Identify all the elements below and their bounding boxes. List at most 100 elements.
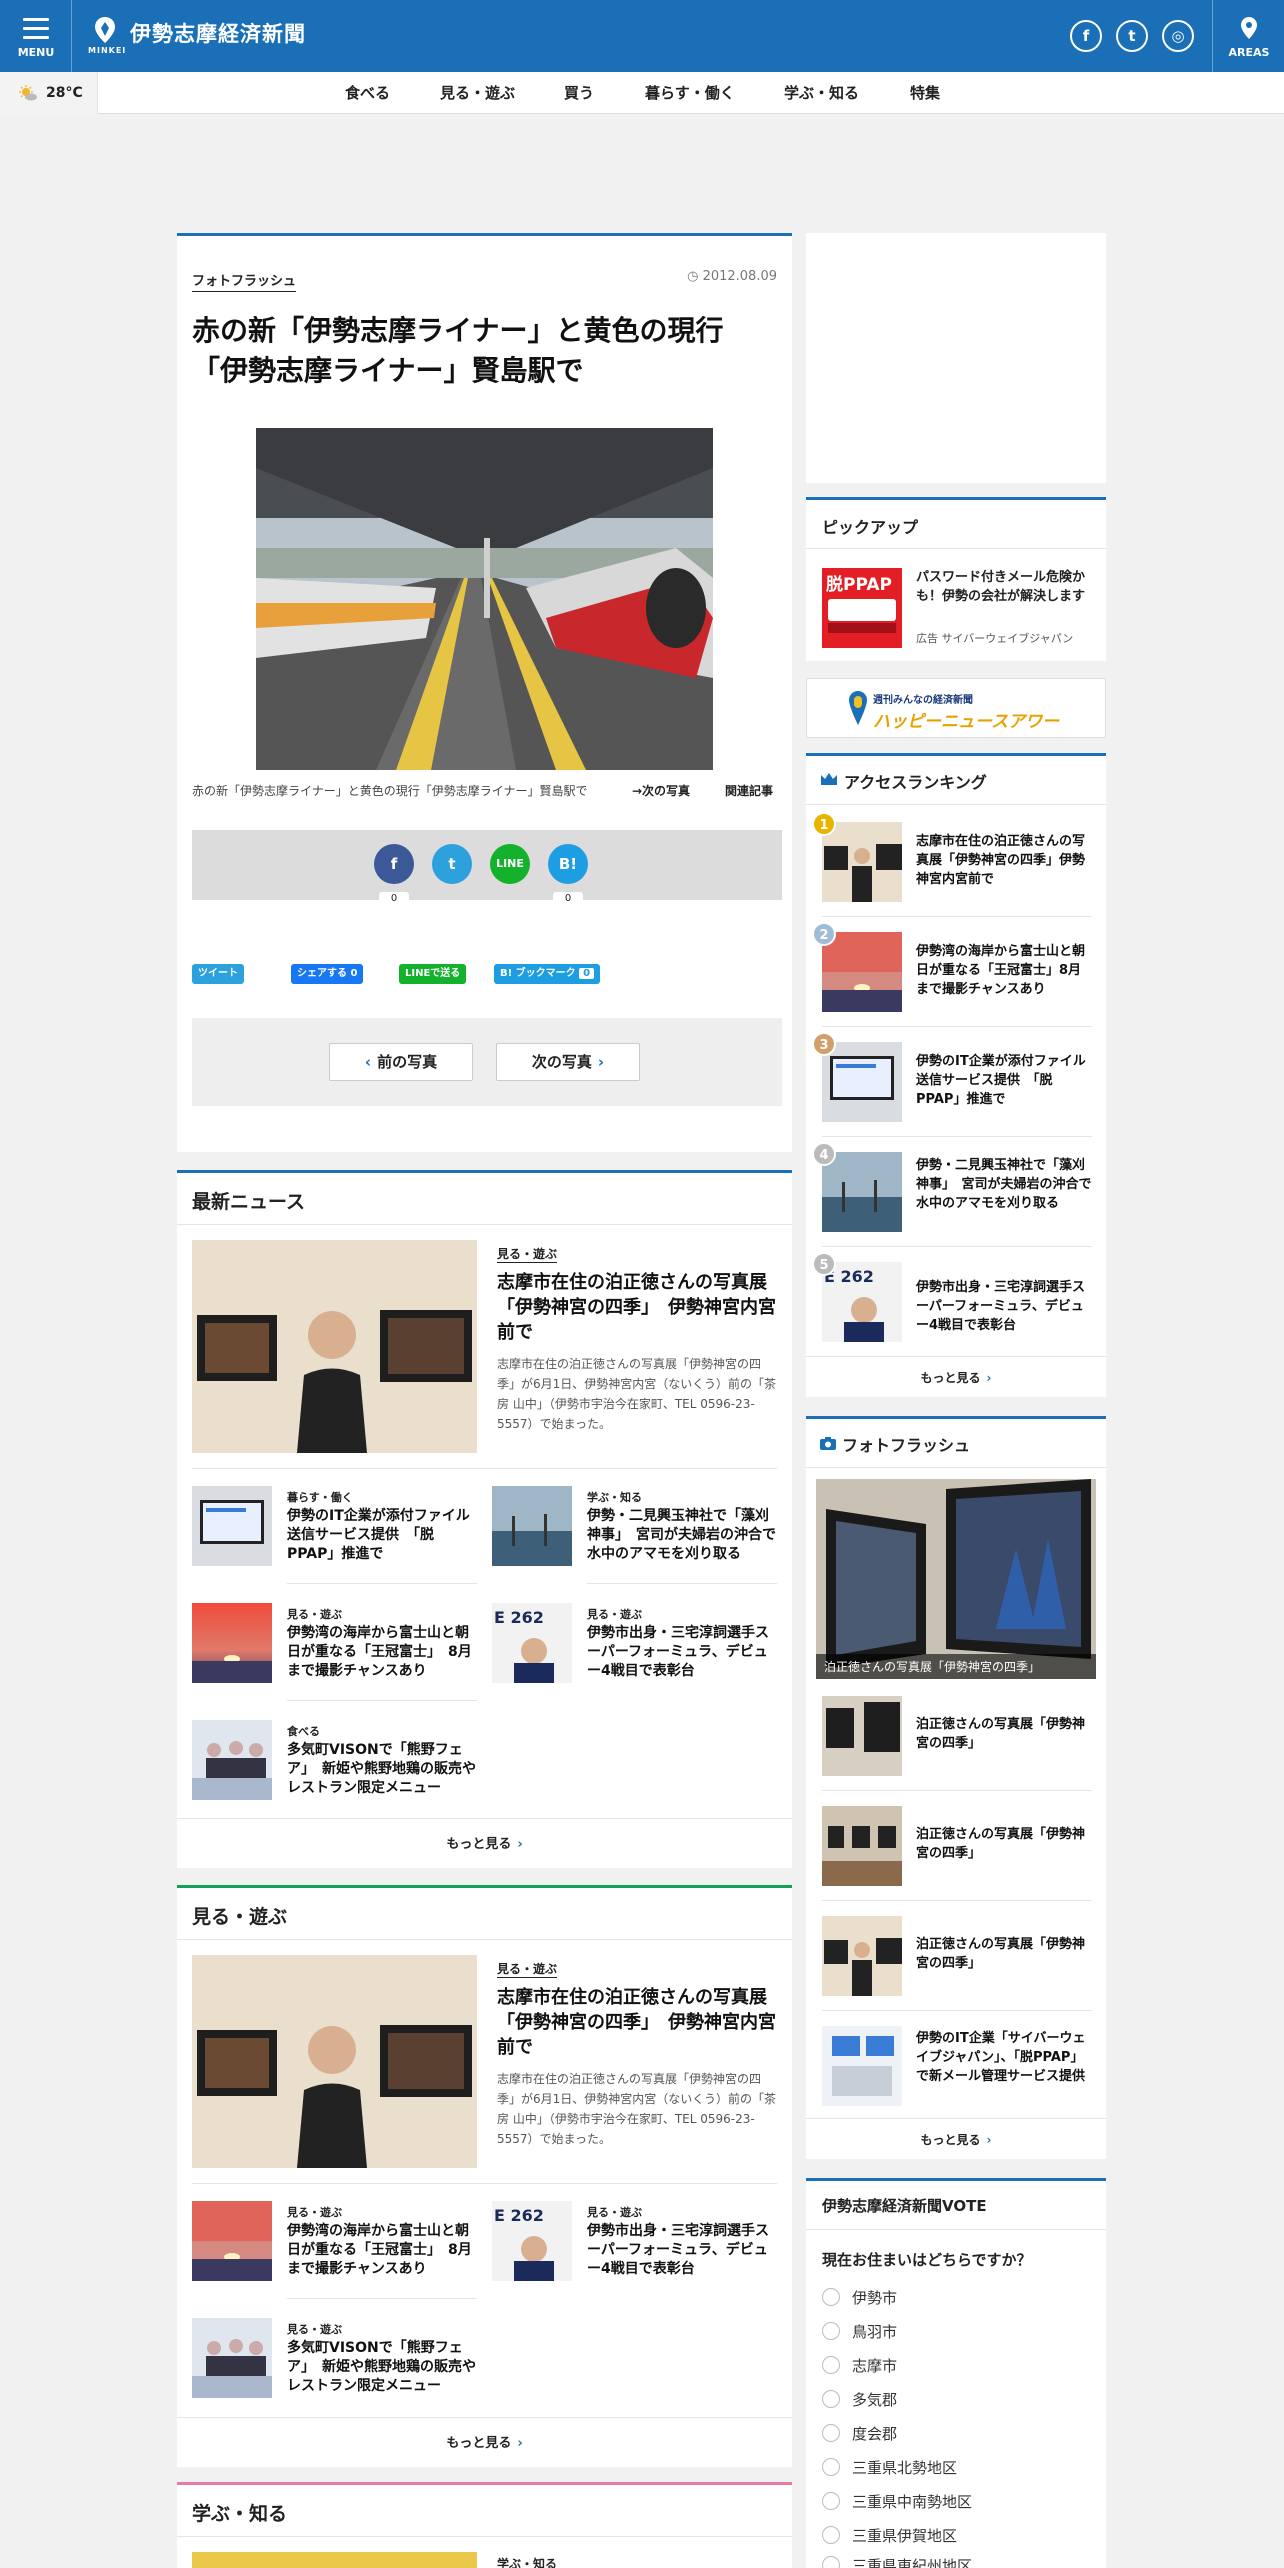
twitter-share-icon[interactable]: t [432, 844, 472, 884]
latest-item-title[interactable]: 伊勢市出身・三宅淳詞選手スーパーフォーミュラ、デビュー4戦目で表彰台 [587, 1624, 777, 1681]
instagram-icon[interactable]: ◎ [1162, 20, 1194, 52]
miru-main-category[interactable]: 見る・遊ぶ [497, 1960, 558, 1978]
ranking-title[interactable]: 伊勢・二見興玉神社で「藻刈神事」 宮司が夫婦岩の沖合で水中のアマモを刈り取る [916, 1156, 1094, 1213]
prev-photo-button[interactable]: ‹ 前の写真 [329, 1043, 473, 1081]
vote-radio[interactable] [822, 2356, 840, 2374]
latest-main-title[interactable]: 志摩市在住の泊正徳さんの写真展「伊勢神宮の四季」 伊勢神宮内宮前で [497, 1270, 779, 1345]
latest-item-thumb[interactable] [492, 1486, 572, 1566]
nav-item-manabu[interactable]: 学ぶ・知る [784, 72, 859, 114]
photoflash-title[interactable]: 泊正徳さんの写真展「伊勢神宮の四季」 [916, 1825, 1094, 1863]
happy-news-banner[interactable]: 週刊みんなの経済新聞 ハッピーニュースアワー [806, 678, 1106, 738]
vote-option[interactable]: 度会郡 [852, 2423, 897, 2444]
hatena-share-icon[interactable]: B! [548, 844, 588, 884]
next-photo-button[interactable]: 次の写真 › [496, 1043, 640, 1081]
vote-option[interactable]: 伊勢市 [852, 2287, 897, 2308]
latest-main-thumb[interactable] [192, 1240, 477, 1453]
pickup-title[interactable]: パスワード付きメール危険かも！伊勢の会社が解決します [916, 568, 1096, 606]
vote-option[interactable]: 三重県伊賀地区 [852, 2525, 957, 2546]
vote-radio[interactable] [822, 2424, 840, 2442]
photoflash-title[interactable]: 伊勢のIT企業「サイバーウェイブジャパン」、「脱PPAP」で新メール管理サービス… [916, 2029, 1094, 2086]
pickup-thumb[interactable]: 脱PPAP [822, 568, 902, 648]
vote-radio[interactable] [822, 2556, 840, 2568]
latest-item-title[interactable]: 伊勢のIT企業が添付ファイル送信サービス提供 「脱PPAP」推進で [287, 1507, 477, 1564]
vote-radio[interactable] [822, 2288, 840, 2306]
manabu-main-category[interactable]: 学ぶ・知る [497, 2555, 557, 2568]
latest-item-thumb[interactable] [192, 1603, 272, 1683]
tweet-button[interactable]: ツイート [192, 964, 244, 984]
vote-option[interactable]: 三重県東紀州地区 [852, 2555, 972, 2568]
latest-item-category[interactable]: 見る・遊ぶ [587, 1606, 642, 1622]
miru-item-category[interactable]: 見る・遊ぶ [287, 2321, 342, 2337]
vote-option[interactable]: 鳥羽市 [852, 2321, 897, 2342]
latest-item-title[interactable]: 多気町VISONで「熊野フェア」 新姫や熊野地鶏の販売やレストラン限定メニュー [287, 1741, 477, 1798]
ranking-thumb[interactable] [822, 1042, 902, 1122]
line-send-button[interactable]: LINEで送る [399, 964, 467, 984]
ranking-thumb[interactable]: E 262 [822, 1262, 902, 1342]
miru-item-title[interactable]: 伊勢湾の海岸から富士山と朝日が重なる「王冠富士」 8月まで撮影チャンスあり [287, 2222, 477, 2279]
manabu-main-thumb[interactable] [192, 2552, 477, 2568]
nav-item-tokushu[interactable]: 特集 [910, 72, 940, 114]
ranking-thumb[interactable] [822, 822, 902, 902]
latest-item-title[interactable]: 伊勢湾の海岸から富士山と朝日が重なる「王冠富士」 8月まで撮影チャンスあり [287, 1624, 477, 1681]
photoflash-thumb[interactable] [822, 1916, 902, 1996]
latest-main-category[interactable]: 見る・遊ぶ [497, 1245, 558, 1263]
miru-item-thumb[interactable] [192, 2318, 272, 2398]
latest-item-category[interactable]: 見る・遊ぶ [287, 1606, 342, 1622]
latest-item-category[interactable]: 食べる [287, 1723, 320, 1739]
related-articles-link[interactable]: 関連記事 [725, 782, 773, 799]
article-photo[interactable] [256, 428, 713, 770]
vote-radio[interactable] [822, 2390, 840, 2408]
latest-item-category[interactable]: 学ぶ・知る [587, 1489, 642, 1505]
vote-option[interactable]: 三重県中南勢地区 [852, 2491, 972, 2512]
ranking-thumb[interactable] [822, 1152, 902, 1232]
facebook-share-icon[interactable]: f [374, 844, 414, 884]
vote-option[interactable]: 多気郡 [852, 2389, 897, 2410]
vote-radio[interactable] [822, 2492, 840, 2510]
vote-option[interactable]: 志摩市 [852, 2355, 897, 2376]
latest-item-thumb[interactable] [192, 1486, 272, 1566]
miru-main-title[interactable]: 志摩市在住の泊正徳さんの写真展「伊勢神宮の四季」 伊勢神宮内宮前で [497, 1985, 779, 2060]
nav-item-kurasu[interactable]: 暮らす・働く [645, 72, 735, 114]
nav-item-taberu[interactable]: 食べる [345, 72, 390, 114]
ranking-title[interactable]: 伊勢のIT企業が添付ファイル送信サービス提供 「脱PPAP」推進で [916, 1052, 1094, 1109]
nav-item-miru[interactable]: 見る・遊ぶ [440, 72, 515, 114]
miru-item-thumb[interactable] [192, 2201, 272, 2281]
photoflash-thumb[interactable] [822, 2026, 902, 2106]
menu-button[interactable]: MENU [0, 0, 72, 72]
miru-item-category[interactable]: 見る・遊ぶ [587, 2204, 642, 2220]
ranking-title[interactable]: 伊勢湾の海岸から富士山と朝日が重なる「王冠富士」8月まで撮影チャンスあり [916, 942, 1094, 999]
vote-radio[interactable] [822, 2526, 840, 2544]
twitter-icon[interactable]: t [1116, 20, 1148, 52]
photoflash-thumb[interactable] [822, 1806, 902, 1886]
miru-item-category[interactable]: 見る・遊ぶ [287, 2204, 342, 2220]
latest-item-thumb[interactable]: E 262 [492, 1603, 572, 1683]
areas-button[interactable]: AREAS [1212, 0, 1284, 72]
article-category[interactable]: フォトフラッシュ [192, 270, 297, 292]
latest-more-link[interactable]: もっと見る › [177, 1818, 792, 1871]
ranking-title[interactable]: 伊勢市出身・三宅淳詞選手スーパーフォーミュラ、デビュー4戦目で表彰台 [916, 1278, 1094, 1335]
latest-item-category[interactable]: 暮らす・働く [287, 1489, 353, 1505]
ranking-title[interactable]: 志摩市在住の泊正徳さんの写真展「伊勢神宮の四季」伊勢神宮内宮前で [916, 832, 1094, 889]
fb-share-button[interactable]: シェアする 0 [291, 964, 364, 984]
next-photo-link[interactable]: →次の写真 [632, 782, 690, 799]
vote-radio[interactable] [822, 2322, 840, 2340]
ranking-thumb[interactable] [822, 932, 902, 1012]
photoflash-title[interactable]: 泊正徳さんの写真展「伊勢神宮の四季」 [916, 1935, 1094, 1973]
photoflash-thumb[interactable] [822, 1696, 902, 1776]
ranking-more-link[interactable]: もっと見る › [806, 1356, 1106, 1400]
miru-item-title[interactable]: 伊勢市出身・三宅淳詞選手スーパーフォーミュラ、デビュー4戦目で表彰台 [587, 2222, 777, 2279]
miru-item-thumb[interactable]: E 262 [492, 2201, 572, 2281]
miru-main-thumb[interactable] [192, 1955, 477, 2168]
miru-item-title[interactable]: 多気町VISONで「熊野フェア」 新姫や熊野地鶏の販売やレストラン限定メニュー [287, 2339, 477, 2396]
photoflash-more-link[interactable]: もっと見る › [806, 2118, 1106, 2162]
latest-item-title[interactable]: 伊勢・二見興玉神社で「藻刈神事」 宮司が夫婦岩の沖合で水中のアマモを刈り取る [587, 1507, 777, 1564]
photoflash-main-photo[interactable]: 泊正徳さんの写真展「伊勢神宮の四季」 [816, 1479, 1096, 1679]
latest-item-thumb[interactable] [192, 1720, 272, 1800]
hatena-bookmark-button[interactable]: B! ブックマーク 0 [494, 964, 601, 984]
facebook-icon[interactable]: f [1070, 20, 1102, 52]
photoflash-title[interactable]: 泊正徳さんの写真展「伊勢神宮の四季」 [916, 1715, 1094, 1753]
miru-more-link[interactable]: もっと見る › [177, 2417, 792, 2470]
vote-option[interactable]: 三重県北勢地区 [852, 2457, 957, 2478]
nav-item-kau[interactable]: 買う [564, 72, 594, 114]
line-share-icon[interactable]: LINE [490, 844, 530, 884]
